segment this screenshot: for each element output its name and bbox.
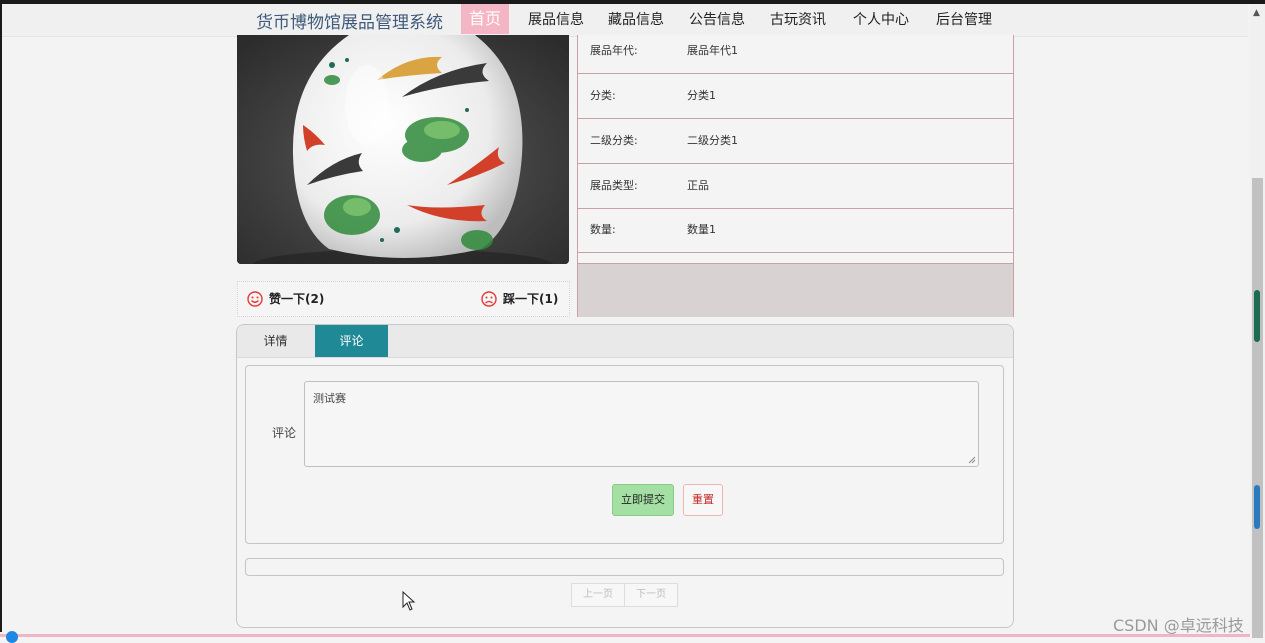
- like-button[interactable]: 赞一下(2): [247, 290, 324, 307]
- info-row-type: 展品类型: 正品: [578, 164, 1013, 209]
- comment-textarea-value: 测试赛: [313, 392, 346, 405]
- frown-icon: [481, 290, 497, 307]
- taskbar-line: [0, 634, 1250, 637]
- tab-detail[interactable]: 详情: [237, 325, 314, 357]
- info-label: 分类:: [590, 89, 616, 102]
- comment-list: [245, 558, 1004, 576]
- info-value: 分类1: [687, 89, 716, 102]
- mouse-cursor-icon: [402, 591, 416, 611]
- watermark: CSDN @卓远科技: [1113, 616, 1244, 635]
- info-label: 二级分类:: [590, 134, 638, 147]
- info-label: 数量:: [590, 223, 616, 236]
- pagination: 上一页 下一页: [571, 583, 678, 607]
- scroll-indicator-icon: [1254, 485, 1260, 529]
- info-value: 正品: [687, 179, 709, 192]
- info-row-category: 分类: 分类1: [578, 74, 1013, 119]
- reset-button[interactable]: 重置: [683, 484, 723, 516]
- info-row-era: 展品年代: 展品年代1: [578, 29, 1013, 74]
- info-value: 展品年代1: [687, 44, 738, 57]
- nav-item-exhibits[interactable]: 展品信息: [528, 4, 584, 36]
- info-value: 数量1: [687, 223, 716, 236]
- dislike-button[interactable]: 踩一下(1): [481, 290, 558, 307]
- product-image: [237, 35, 569, 264]
- smile-icon: [247, 290, 263, 307]
- like-label: 赞一下(2): [269, 292, 325, 306]
- nav-item-home[interactable]: 首页: [461, 4, 510, 34]
- comment-textarea[interactable]: 测试赛: [304, 381, 979, 467]
- tabs-card: 详情 评论 评论 测试赛 立即提交 重置 上一页 下一页: [236, 324, 1014, 628]
- info-table-footer: [578, 263, 1013, 317]
- scrollbar-thumb[interactable]: [1252, 178, 1263, 638]
- tab-comment[interactable]: 评论: [315, 325, 388, 357]
- site-title: 货币博物馆展品管理系统: [256, 13, 443, 33]
- info-label: 展品类型:: [590, 179, 638, 192]
- submit-button[interactable]: 立即提交: [612, 484, 674, 516]
- comment-field-label: 评论: [272, 426, 297, 440]
- next-page-button[interactable]: 下一页: [625, 583, 678, 607]
- comment-form: 评论 测试赛 立即提交 重置: [245, 365, 1004, 544]
- info-row-subcategory: 二级分类: 二级分类1: [578, 119, 1013, 164]
- tab-header: 详情 评论: [237, 325, 1013, 358]
- prev-page-button[interactable]: 上一页: [571, 583, 625, 607]
- like-bar: 赞一下(2) 踩一下(1): [237, 281, 570, 317]
- resize-grip-icon[interactable]: [968, 456, 976, 464]
- dislike-label: 踩一下(1): [503, 292, 559, 306]
- scroll-indicator-icon: [1254, 290, 1260, 342]
- info-row-quantity: 数量: 数量1: [578, 208, 1013, 253]
- scroll-up-arrow-icon[interactable]: ▲: [1253, 8, 1260, 18]
- info-value: 二级分类1: [687, 134, 738, 147]
- window-frame-left: [0, 0, 2, 641]
- info-label: 展品年代:: [590, 44, 638, 57]
- taskbar-dot-icon: [6, 631, 18, 643]
- exhibit-info-table: 展品年代: 展品年代1 分类: 分类1 二级分类: 二级分类1 展品类型: 正品…: [577, 35, 1014, 317]
